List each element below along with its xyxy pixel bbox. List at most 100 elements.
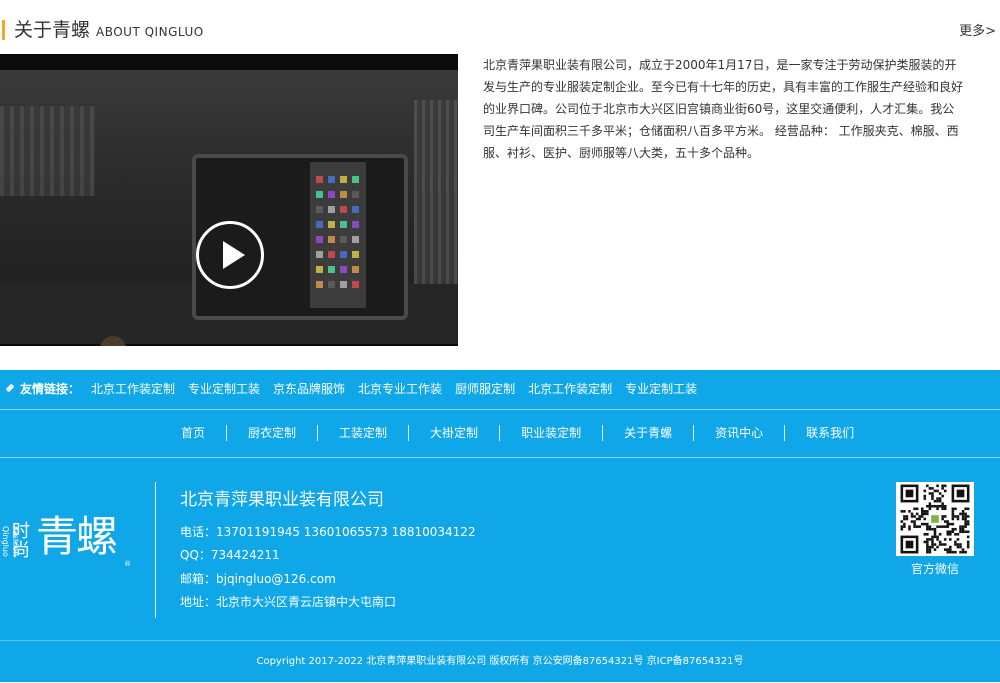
qr-module: [961, 527, 965, 531]
qr-module: [964, 507, 967, 511]
logo-big-text: 青螺: [36, 512, 118, 561]
qr-module: [949, 538, 952, 541]
nav-item-news[interactable]: 资讯中心: [693, 425, 784, 441]
qr-module: [961, 510, 965, 513]
qr-module: [949, 545, 952, 549]
qr-module: [933, 489, 937, 493]
qr-module: [949, 522, 952, 526]
qr-module: [900, 527, 904, 531]
friend-link[interactable]: 京东品牌服饰: [273, 381, 345, 397]
nav-item-home[interactable]: 首页: [160, 425, 226, 441]
qr-module: [933, 533, 937, 536]
qr-module: [913, 525, 916, 528]
qr-module: [926, 550, 929, 554]
qr-module: [964, 517, 967, 521]
qr-module: [936, 504, 939, 508]
nav-item-workwear[interactable]: 工装定制: [317, 425, 408, 441]
company-video[interactable]: [0, 54, 458, 346]
qr-module: [923, 517, 927, 521]
qr-module: [910, 515, 914, 518]
qr-module: [938, 525, 942, 528]
qr-module: [959, 525, 962, 528]
qr-module: [933, 499, 937, 503]
swatch: [340, 266, 347, 273]
qr-module: [926, 525, 929, 528]
swatch: [352, 266, 359, 273]
qr-module: [954, 540, 957, 544]
qr-module: [956, 543, 960, 546]
qr-module: [966, 535, 970, 539]
qr-module: [956, 545, 960, 549]
nav-item-about[interactable]: 关于青螺: [602, 425, 693, 441]
qr-module: [915, 517, 919, 521]
qr-module: [956, 517, 960, 521]
more-link[interactable]: 更多>: [959, 22, 996, 42]
qr-module: [941, 502, 944, 505]
qr-module: [936, 535, 939, 539]
qr-module: [928, 548, 932, 551]
qr-module: [900, 510, 904, 513]
qr-module: [964, 522, 967, 526]
qr-module: [949, 548, 952, 551]
qr-module: [951, 527, 955, 531]
qr-module: [926, 504, 929, 508]
qr-module: [951, 512, 955, 516]
qr-module: [926, 510, 929, 513]
nav-item-gown[interactable]: 大褂定制: [408, 425, 499, 441]
qr-module: [966, 520, 970, 523]
qr-module: [931, 538, 934, 541]
qr-module: [900, 520, 904, 523]
swatch: [340, 176, 347, 183]
swatch: [316, 236, 323, 243]
qr-module: [951, 517, 955, 521]
section-subtitle: ABOUT QINGLUO: [96, 25, 204, 39]
nav-item-contact[interactable]: 联系我们: [784, 425, 875, 441]
qr-module: [959, 543, 962, 546]
qr-module: [918, 515, 921, 518]
qr-module: [926, 543, 929, 546]
qr-module: [928, 502, 932, 505]
qr-module: [954, 515, 957, 518]
qr-module: [936, 489, 939, 493]
qr-module: [926, 545, 929, 549]
qr-module: [908, 525, 911, 528]
friend-link[interactable]: 北京工作装定制: [91, 381, 175, 397]
swatch: [316, 266, 323, 273]
qr-module: [936, 507, 939, 511]
qr-module: [933, 530, 937, 534]
friend-link[interactable]: 北京工作装定制: [528, 381, 612, 397]
friend-link[interactable]: 专业定制工装: [625, 381, 697, 397]
qr-module: [949, 530, 952, 534]
qr-module: [913, 507, 916, 511]
swatch: [340, 191, 347, 198]
qr-module: [964, 512, 967, 516]
play-icon[interactable]: [196, 221, 264, 289]
qr-module: [923, 494, 927, 498]
qr-module: [926, 540, 929, 544]
qr-module: [941, 494, 944, 498]
friend-link[interactable]: 北京专业工作装: [358, 381, 442, 397]
qr-module: [920, 512, 924, 516]
friend-link[interactable]: 专业定制工装: [188, 381, 260, 397]
qr-module: [966, 543, 970, 546]
qr-module: [926, 522, 929, 526]
nav-item-uniform[interactable]: 职业装定制: [499, 425, 602, 441]
qr-module: [915, 525, 919, 528]
qr-module: [943, 489, 947, 493]
qr-module: [951, 510, 955, 513]
qr-module: [966, 540, 970, 544]
qr-module: [938, 499, 942, 503]
qr-module: [931, 494, 934, 498]
qr-module: [933, 527, 937, 531]
qr-module: [943, 548, 947, 551]
qr-module: [915, 507, 919, 511]
qr-module: [943, 543, 947, 546]
qr-module: [926, 533, 929, 536]
company-name: 北京青萍果职业装有限公司: [180, 490, 384, 510]
qr-module: [943, 515, 947, 518]
nav-item-chef-wear[interactable]: 厨衣定制: [226, 425, 317, 441]
qr-module: [959, 530, 962, 534]
qr-module: [956, 489, 965, 498]
qr-module: [941, 507, 944, 511]
friend-link[interactable]: 厨师服定制: [455, 381, 515, 397]
